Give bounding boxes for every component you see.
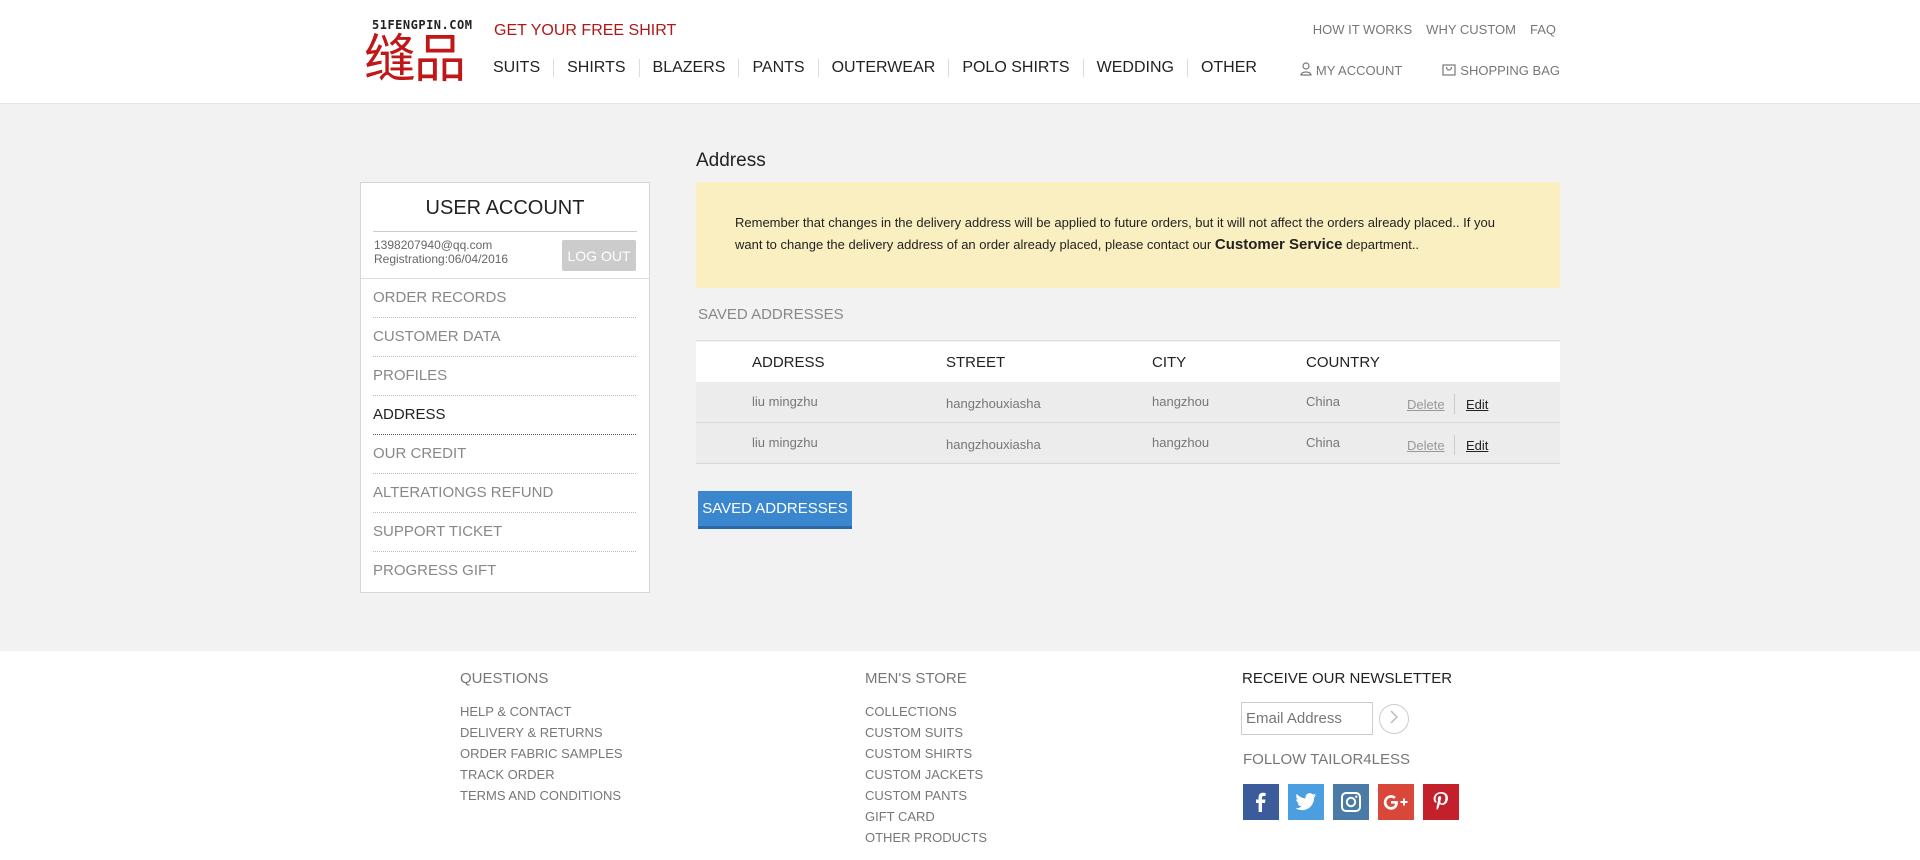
sidebar-item-progress-gift[interactable]: PROGRESS GIFT — [373, 552, 636, 591]
addresses-table: ADDRESS STREET CITY COUNTRY liu mingzhu … — [696, 342, 1560, 464]
facebook-icon[interactable] — [1243, 784, 1279, 820]
account-sidebar: USER ACCOUNT 1398207940@qq.com Registrat… — [360, 182, 650, 593]
how-it-works-link[interactable]: HOW IT WORKS — [1313, 22, 1412, 37]
saved-addresses-button[interactable]: SAVED ADDRESSES — [698, 491, 852, 529]
col-header-street: STREET — [946, 354, 1006, 371]
footer-link-other-products[interactable]: OTHER PRODUCTS — [865, 827, 987, 848]
sidebar-item-our-credit[interactable]: OUR CREDIT — [373, 435, 636, 474]
nav-shirts[interactable]: SHIRTS — [553, 59, 638, 77]
footer-link-gift-card[interactable]: GIFT CARD — [865, 806, 987, 827]
sidebar-item-alterations-refund[interactable]: ALTERATIONGS REFUND — [373, 474, 636, 513]
cell-city: hangzhou — [1152, 435, 1210, 450]
google-plus-icon[interactable] — [1378, 784, 1414, 820]
nav-outerwear[interactable]: OUTERWEAR — [817, 59, 949, 77]
newsletter-email-input[interactable] — [1241, 702, 1373, 735]
col-header-address: ADDRESS — [752, 354, 825, 371]
edit-link[interactable]: Edit — [1466, 438, 1488, 453]
table-header: ADDRESS STREET CITY COUNTRY — [696, 342, 1560, 382]
pinterest-icon[interactable] — [1423, 784, 1459, 820]
edit-link[interactable]: Edit — [1466, 397, 1488, 412]
logo-mark: 缝品 — [364, 30, 466, 90]
sidebar-item-profiles[interactable]: PROFILES — [373, 357, 636, 396]
delete-link[interactable]: Delete — [1407, 397, 1445, 412]
promo-link[interactable]: GET YOUR FREE SHIRT — [494, 22, 676, 40]
main-nav: SUITS SHIRTS BLAZERS PANTS OUTERWEAR POL… — [480, 59, 1270, 77]
sidebar-menu: ORDER RECORDS CUSTOMER DATA PROFILES ADD… — [373, 279, 636, 591]
my-account-link[interactable]: MY ACCOUNT — [1300, 62, 1402, 79]
nav-polo-shirts[interactable]: POLO SHIRTS — [948, 59, 1082, 77]
sidebar-item-address[interactable]: ADDRESS — [373, 396, 636, 435]
table-row: liu mingzhu hangzhouxiasha hangzhou Chin… — [696, 423, 1560, 464]
newsletter-submit-button[interactable] — [1379, 704, 1409, 734]
customer-service-link[interactable]: Customer Service — [1215, 236, 1343, 253]
footer-store-title: MEN'S STORE — [865, 670, 967, 687]
footer-link-custom-suits[interactable]: CUSTOM SUITS — [865, 722, 987, 743]
table-row: liu mingzhu hangzhouxiasha hangzhou Chin… — [696, 382, 1560, 423]
my-account-label: MY ACCOUNT — [1315, 63, 1403, 78]
user-email: 1398207940@qq.com — [374, 238, 493, 252]
saved-addresses-heading: SAVED ADDRESSES — [698, 306, 844, 323]
cell-country: China — [1306, 394, 1340, 409]
sidebar-item-order-records[interactable]: ORDER RECORDS — [373, 279, 636, 318]
instagram-icon[interactable] — [1333, 784, 1369, 820]
nav-blazers[interactable]: BLAZERS — [638, 59, 739, 77]
site-logo[interactable]: 51FENGPIN.COM 缝品 — [364, 18, 472, 90]
divider — [696, 340, 1560, 341]
nav-wedding[interactable]: WEDDING — [1082, 59, 1187, 77]
site-footer: QUESTIONS HELP & CONTACT DELIVERY & RETU… — [0, 651, 1920, 860]
footer-link-delivery-returns[interactable]: DELIVERY & RETURNS — [460, 722, 623, 743]
footer-link-custom-pants[interactable]: CUSTOM PANTS — [865, 785, 987, 806]
delete-link[interactable]: Delete — [1407, 438, 1445, 453]
sidebar-title: USER ACCOUNT — [425, 197, 585, 219]
divider — [373, 231, 637, 232]
sidebar-item-support-ticket[interactable]: SUPPORT TICKET — [373, 513, 636, 552]
notice-text-end: department.. — [1346, 237, 1420, 252]
footer-link-collections[interactable]: COLLECTIONS — [865, 701, 987, 722]
footer-link-custom-jackets[interactable]: CUSTOM JACKETS — [865, 764, 987, 785]
cell-address: liu mingzhu — [752, 394, 818, 409]
newsletter-title: RECEIVE OUR NEWSLETTER — [1242, 670, 1453, 687]
logout-button[interactable]: LOG OUT — [562, 240, 636, 271]
site-header: 51FENGPIN.COM 缝品 GET YOUR FREE SHIRT HOW… — [0, 0, 1920, 104]
nav-pants[interactable]: PANTS — [738, 59, 817, 77]
footer-link-fabric-samples[interactable]: ORDER FABRIC SAMPLES — [460, 743, 623, 764]
cell-country: China — [1306, 435, 1340, 450]
footer-questions-title: QUESTIONS — [460, 670, 549, 687]
col-header-country: COUNTRY — [1306, 354, 1380, 371]
shopping-bag-label: SHOPPING BAG — [1460, 63, 1560, 78]
why-custom-link[interactable]: WHY CUSTOM — [1426, 22, 1516, 37]
page-title: Address — [696, 150, 766, 171]
chevron-right-icon — [1388, 709, 1400, 730]
footer-mens-store: MEN'S STORE COLLECTIONS CUSTOM SUITS CUS… — [865, 670, 987, 848]
shopping-bag-link[interactable]: SHOPPING BAG — [1442, 62, 1560, 79]
address-notice: Remember that changes in the delivery ad… — [696, 182, 1560, 288]
footer-link-track-order[interactable]: TRACK ORDER — [460, 764, 623, 785]
registration-date: Registrationg:06/04/2016 — [374, 252, 509, 266]
nav-suits[interactable]: SUITS — [480, 59, 553, 77]
shopping-bag-icon — [1442, 62, 1460, 79]
footer-link-help-contact[interactable]: HELP & CONTACT — [460, 701, 623, 722]
faq-link[interactable]: FAQ — [1530, 22, 1556, 37]
sidebar-item-customer-data[interactable]: CUSTOMER DATA — [373, 318, 636, 357]
cell-street: hangzhouxiasha — [946, 437, 1041, 452]
footer-link-terms[interactable]: TERMS AND CONDITIONS — [460, 785, 623, 806]
account-links: MY ACCOUNT SHOPPING BAG — [1260, 62, 1560, 79]
twitter-icon[interactable] — [1288, 784, 1324, 820]
col-header-city: CITY — [1152, 354, 1187, 371]
follow-title: FOLLOW TAILOR4LESS — [1243, 751, 1410, 768]
nav-other[interactable]: OTHER — [1186, 59, 1270, 77]
user-icon — [1300, 62, 1316, 79]
top-links: HOW IT WORKS WHY CUSTOM FAQ — [1299, 22, 1556, 37]
divider — [1454, 435, 1455, 455]
cell-address: liu mingzhu — [752, 435, 818, 450]
cell-city: hangzhou — [1152, 394, 1210, 409]
footer-link-custom-shirts[interactable]: CUSTOM SHIRTS — [865, 743, 987, 764]
divider — [1454, 394, 1455, 414]
footer-questions: QUESTIONS HELP & CONTACT DELIVERY & RETU… — [460, 670, 623, 806]
cell-street: hangzhouxiasha — [946, 396, 1041, 411]
